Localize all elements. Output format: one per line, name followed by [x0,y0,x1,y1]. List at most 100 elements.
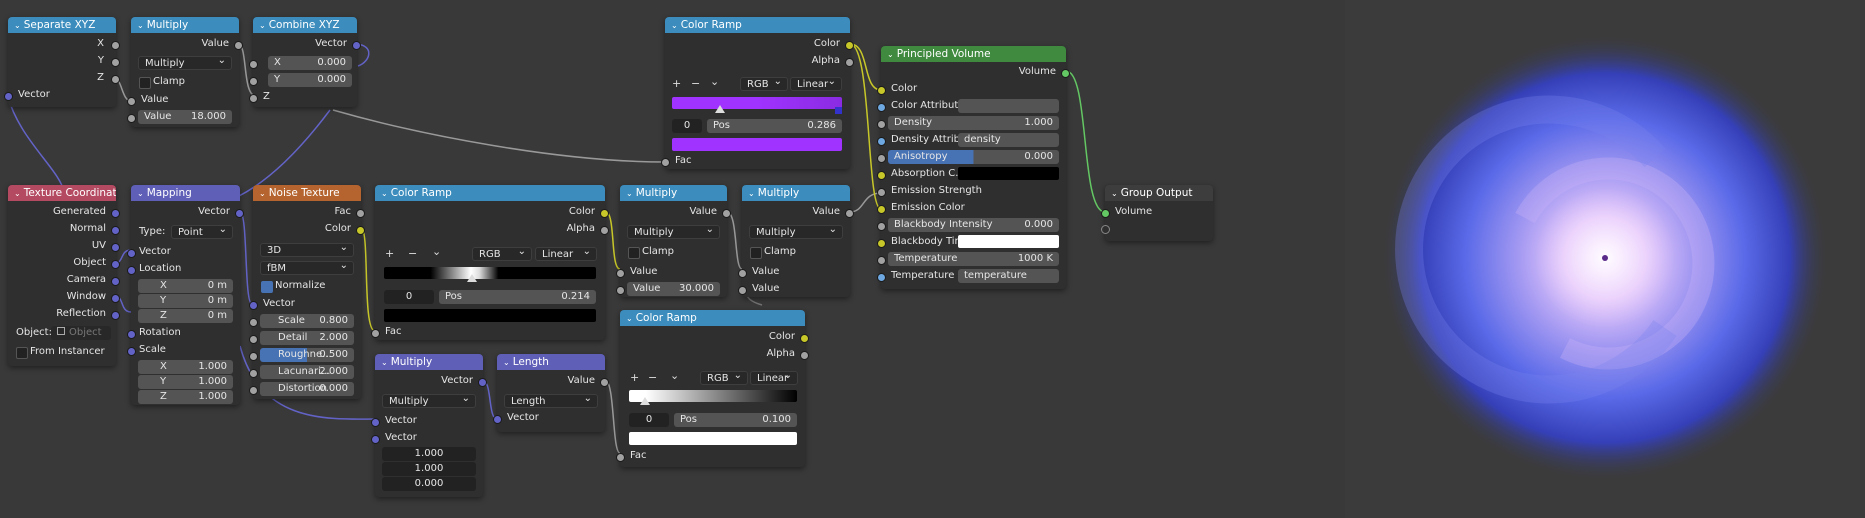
operation-dropdown[interactable]: Multiply [627,225,720,239]
socket-out-alpha[interactable] [800,351,809,360]
node-header[interactable]: ⌄ Group Output [1105,185,1213,201]
stop-index-field[interactable]: 0 [629,413,669,427]
clamp-checkbox[interactable] [139,77,151,89]
socket-in-roughness[interactable] [249,352,258,361]
temperature-field[interactable]: Temperature 1000 K [888,252,1059,266]
color-ramp-gradient[interactable] [384,267,596,279]
socket-in-anisotropy[interactable] [877,154,886,163]
stop-pos-field[interactable]: Pos 0.100 [674,413,797,427]
operation-dropdown[interactable]: Multiply [382,394,476,408]
chevron-down-icon[interactable]: ⌄ [503,355,510,370]
socket-out-camera[interactable] [111,277,120,286]
socket-in-temperature[interactable] [877,256,886,265]
node-texture-coordinate[interactable]: ⌄ Texture Coordinate Generated Normal UV … [8,185,120,366]
socket-in-value[interactable] [616,269,625,278]
remove-stop-button[interactable]: − [408,247,417,260]
socket-out-y[interactable] [111,58,120,67]
density-attribute-field[interactable]: density [958,133,1059,147]
socket-out-value[interactable] [600,378,609,387]
socket-out-vector[interactable] [352,41,361,50]
socket-out-fac[interactable] [356,209,365,218]
ramp-stop-handle[interactable] [467,274,477,282]
stop-pos-field[interactable]: Pos 0.286 [707,119,842,133]
node-separate-xyz[interactable]: ⌄ Separate XYZ X Y Z Vector [4,17,120,107]
socket-out-value[interactable] [234,41,243,50]
socket-in-fac[interactable] [661,158,670,167]
add-stop-button[interactable]: + [385,247,394,260]
location-x-field[interactable]: X 0 m [138,279,233,293]
socket-in-vector[interactable] [127,249,136,258]
chevron-down-icon[interactable]: ⌄ [748,186,755,201]
vector-y-field[interactable]: 1.000 [382,462,476,476]
add-stop-button[interactable]: + [630,371,639,384]
chevron-down-icon[interactable]: ⌄ [381,186,388,201]
clamp-checkbox[interactable] [750,247,762,259]
socket-in-temperature-attribute[interactable] [877,273,886,282]
socket-in-value-2[interactable] [738,286,747,295]
socket-in-emission-color[interactable] [877,205,886,214]
chevron-down-icon[interactable]: ⌄ [14,18,21,33]
value-field[interactable]: Value 18.000 [138,110,232,124]
x-field[interactable]: X 0.000 [268,56,352,70]
density-field[interactable]: Density 1.000 [888,116,1059,130]
scale-y-field[interactable]: Y 1.000 [138,375,233,389]
node-principled-volume[interactable]: ⌄ Principled Volume Volume Color Color At… [877,46,1070,289]
node-header[interactable]: ⌄ Color Ramp [620,310,805,326]
socket-out-color[interactable] [845,41,854,50]
node-multiply-3[interactable]: ⌄Multiply Value Multiply Clamp Value Val… [738,185,854,297]
socket-in-blackbody-tint[interactable] [877,239,886,248]
ramp-stop-handle-end[interactable] [835,107,842,114]
socket-out-color[interactable] [800,334,809,343]
socket-in-value-2[interactable] [616,286,625,295]
node-header[interactable]: ⌄ Multiply [742,185,850,201]
socket-in-emission-strength[interactable] [877,188,886,197]
socket-in-density-attribute[interactable] [877,137,886,146]
y-field[interactable]: Y 0.000 [268,73,352,87]
from-instancer-checkbox[interactable] [16,347,28,359]
chevron-down-icon[interactable]: ⌄ [137,186,144,201]
socket-in-detail[interactable] [249,335,258,344]
ramp-menu-button[interactable]: ⌄ [710,75,719,88]
chevron-down-icon[interactable]: ⌄ [1111,186,1118,201]
node-header[interactable]: ⌄ Mapping [131,185,240,201]
interpolation-dropdown[interactable]: Linear [535,247,597,261]
node-editor[interactable]: ⌄ Separate XYZ X Y Z Vector ⌄ Multiply Val… [0,0,1345,518]
socket-out-alpha[interactable] [845,58,854,67]
operation-dropdown[interactable]: Length [504,394,598,408]
node-vector-multiply[interactable]: ⌄Multiply Vector Multiply Vector Vector … [371,354,487,497]
color-ramp-gradient[interactable] [629,390,797,402]
lacunarity-field[interactable]: Lacunari... 2.000 [260,365,354,379]
normalize-checkbox[interactable] [261,281,273,293]
socket-out-normal[interactable] [111,226,120,235]
socket-out-z[interactable] [111,75,120,84]
render-viewport[interactable] [1345,0,1865,518]
color-ramp-gradient[interactable] [672,97,842,109]
socket-in-z[interactable] [249,94,258,103]
value-field[interactable]: Value 30.000 [627,282,720,296]
interpolation-dropdown[interactable]: Linear [790,77,842,91]
node-mapping[interactable]: ⌄Mapping Vector Type: Point Vector Locat… [127,185,244,405]
color-mode-dropdown[interactable]: RGB [740,77,788,91]
socket-out-color[interactable] [600,209,609,218]
socket-in-density[interactable] [877,120,886,129]
chevron-down-icon[interactable]: ⌄ [887,47,894,62]
node-header[interactable]: ⌄ Texture Coordinate [8,185,116,201]
dimensions-dropdown[interactable]: 3D [260,243,354,257]
socket-out-reflection[interactable] [111,311,120,320]
node-group-output[interactable]: ⌄ Group Output Volume [1101,185,1213,241]
socket-in-scale[interactable] [249,318,258,327]
node-header[interactable]: ⌄ Separate XYZ [8,17,116,33]
socket-in-absorption-color[interactable] [877,171,886,180]
ramp-stop-handle[interactable] [715,105,725,113]
type-dropdown[interactable]: Point [171,225,233,239]
socket-in-location[interactable] [127,266,136,275]
socket-in-vector-2[interactable] [371,435,380,444]
node-header[interactable]: ⌄ Multiply [620,185,727,201]
socket-in-fac[interactable] [616,453,625,462]
socket-out-vector[interactable] [478,378,487,387]
remove-stop-button[interactable]: − [691,77,700,90]
color-mode-dropdown[interactable]: RGB [700,371,748,385]
socket-in-volume[interactable] [1101,209,1110,218]
node-multiply-2[interactable]: ⌄Multiply Value Multiply Clamp Value Val… [616,185,731,297]
socket-in-color-attribute[interactable] [877,103,886,112]
